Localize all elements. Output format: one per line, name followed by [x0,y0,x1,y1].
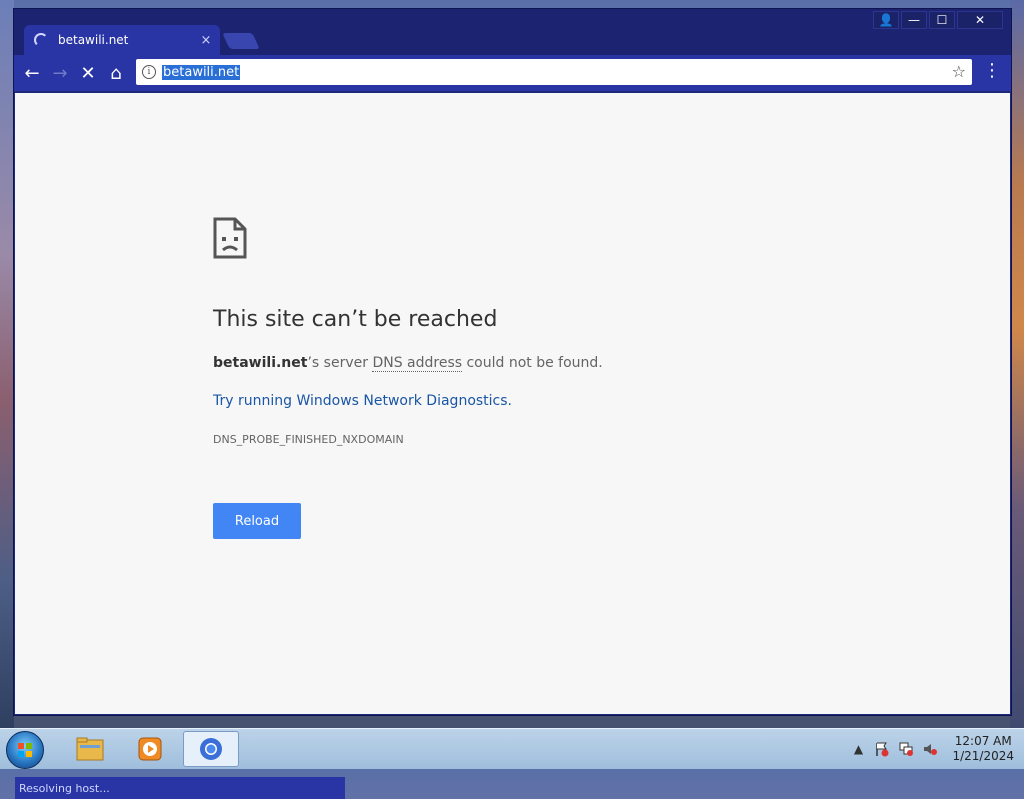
minimize-button[interactable]: — [901,11,927,29]
page-content: This site can’t be reached betawili.net’… [15,93,1010,799]
system-clock[interactable]: 12:07 AM 1/21/2024 [952,734,1014,764]
address-bar[interactable]: i betawili.net ☆ [136,59,972,85]
error-code: DNS_PROBE_FINISHED_NXDOMAIN [213,433,404,446]
error-desc-mid: ’s server [307,355,373,371]
status-bubble: Resolving host... [15,777,345,799]
bookmark-star-icon[interactable]: ☆ [952,62,966,81]
error-description: betawili.net’s server DNS address could … [213,355,603,372]
folder-icon [76,737,104,761]
network-diagnostics-link[interactable]: Try running Windows Network Diagnostics. [213,393,512,409]
error-site-name: betawili.net [213,355,308,371]
media-player-icon [138,737,162,761]
desktop-wallpaper-right [1010,0,1024,728]
clock-time: 12:07 AM [954,734,1012,748]
close-window-button[interactable]: ✕ [957,11,1003,29]
new-tab-button[interactable] [222,33,260,49]
volume-muted-icon[interactable] [922,741,938,757]
home-button[interactable]: ⌂ [102,59,130,87]
browser-tab[interactable]: betawili.net × [24,25,220,55]
windows-logo-icon [18,743,32,757]
show-hidden-icons[interactable]: ▲ [850,741,866,757]
taskbar: ▲ 12:07 AM 1/21/2024 [0,728,1024,769]
browser-window: betawili.net × 👤 — ☐ ✕ ← → ✕ ⌂ i betawil… [13,8,1012,799]
error-desc-end: could not be found. [462,355,603,371]
browser-toolbar: ← → ✕ ⌂ i betawili.net ☆ ⋮ [14,55,1011,91]
start-button[interactable] [6,731,44,769]
tab-close-icon[interactable]: × [198,33,214,48]
reload-button[interactable]: Reload [213,503,301,539]
user-profile-button[interactable]: 👤 [873,11,899,29]
back-button[interactable]: ← [18,59,46,87]
network-icon[interactable] [898,741,914,757]
stop-button[interactable]: ✕ [74,59,102,87]
action-center-flag-icon[interactable] [874,741,890,757]
chrome-icon [200,738,222,760]
clock-date: 1/21/2024 [952,749,1014,763]
error-title: This site can’t be reached [213,307,498,332]
url-text[interactable]: betawili.net [162,64,241,80]
loading-spinner-icon [34,33,48,47]
forward-button[interactable]: → [46,59,74,87]
maximize-button[interactable]: ☐ [929,11,955,29]
taskbar-explorer[interactable] [62,731,118,767]
taskbar-media-player[interactable] [122,731,178,767]
browser-menu-icon[interactable]: ⋮ [983,61,1001,81]
dns-address-abbr: DNS address [372,355,463,372]
sad-document-icon [213,217,247,259]
tab-title: betawili.net [58,33,129,47]
system-tray: ▲ 12:07 AM 1/21/2024 [850,729,1014,769]
title-bar: betawili.net × 👤 — ☐ ✕ [14,9,1011,55]
site-info-icon[interactable]: i [142,65,156,79]
desktop-wallpaper-left [0,0,14,728]
window-controls: 👤 — ☐ ✕ [873,11,1003,29]
taskbar-chrome[interactable] [183,731,239,767]
